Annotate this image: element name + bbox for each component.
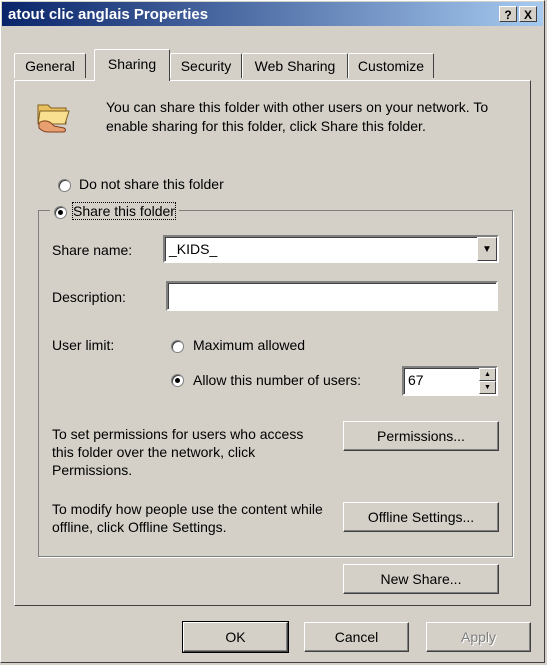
chevron-down-icon[interactable]: ▼ bbox=[477, 237, 497, 261]
spin-up-icon[interactable]: ▲ bbox=[479, 368, 496, 381]
share-name-label: Share name: bbox=[52, 242, 133, 258]
new-share-button[interactable]: New Share... bbox=[343, 564, 499, 594]
share-name-value: _KIDS_ bbox=[169, 241, 218, 257]
permissions-button[interactable]: Permissions... bbox=[343, 421, 499, 451]
share-name-combo[interactable]: _KIDS_ ▼ bbox=[163, 235, 499, 263]
maximum-allowed-radio[interactable] bbox=[171, 340, 184, 353]
share-this-folder-radio[interactable] bbox=[54, 205, 67, 219]
window-title: atout clic anglais Properties bbox=[8, 6, 209, 23]
user-limit-label: User limit: bbox=[52, 337, 115, 353]
spin-down-icon[interactable]: ▼ bbox=[479, 381, 496, 394]
ok-button[interactable]: OK bbox=[182, 621, 289, 653]
apply-button[interactable]: Apply bbox=[426, 622, 531, 652]
offline-settings-button[interactable]: Offline Settings... bbox=[343, 502, 499, 532]
description-input[interactable] bbox=[166, 281, 498, 311]
intro-text: You can share this folder with other use… bbox=[106, 99, 489, 134]
permissions-help-text: To set permissions for users who access … bbox=[52, 426, 304, 478]
help-button[interactable]: ? bbox=[499, 6, 517, 22]
do-not-share-label[interactable]: Do not share this folder bbox=[79, 176, 224, 192]
tab-security[interactable]: Security bbox=[170, 53, 242, 78]
allow-number-radio[interactable] bbox=[171, 374, 184, 387]
tab-sharing[interactable]: Sharing bbox=[94, 49, 170, 81]
user-count-spinner[interactable]: 67 ▲ ▼ bbox=[402, 366, 498, 396]
description-label: Description: bbox=[52, 289, 126, 305]
do-not-share-radio[interactable] bbox=[58, 179, 71, 192]
maximum-allowed-label[interactable]: Maximum allowed bbox=[193, 337, 305, 353]
tab-customize[interactable]: Customize bbox=[348, 53, 434, 78]
cancel-button[interactable]: Cancel bbox=[304, 622, 409, 652]
share-groupbox-legend: Share this folder bbox=[50, 202, 179, 220]
shared-folder-icon bbox=[37, 104, 70, 133]
share-this-folder-label[interactable]: Share this folder bbox=[72, 202, 176, 220]
user-count-value: 67 bbox=[408, 372, 424, 388]
title-bar[interactable]: atout clic anglais Properties ? X bbox=[2, 2, 543, 26]
allow-number-label[interactable]: Allow this number of users: bbox=[193, 372, 361, 388]
offline-help-text: To modify how people use the content whi… bbox=[52, 501, 323, 535]
tab-sharing-label: Sharing bbox=[107, 56, 157, 72]
tab-general[interactable]: General bbox=[14, 53, 86, 78]
tab-web-sharing[interactable]: Web Sharing bbox=[242, 53, 348, 78]
close-button[interactable]: X bbox=[519, 6, 537, 22]
